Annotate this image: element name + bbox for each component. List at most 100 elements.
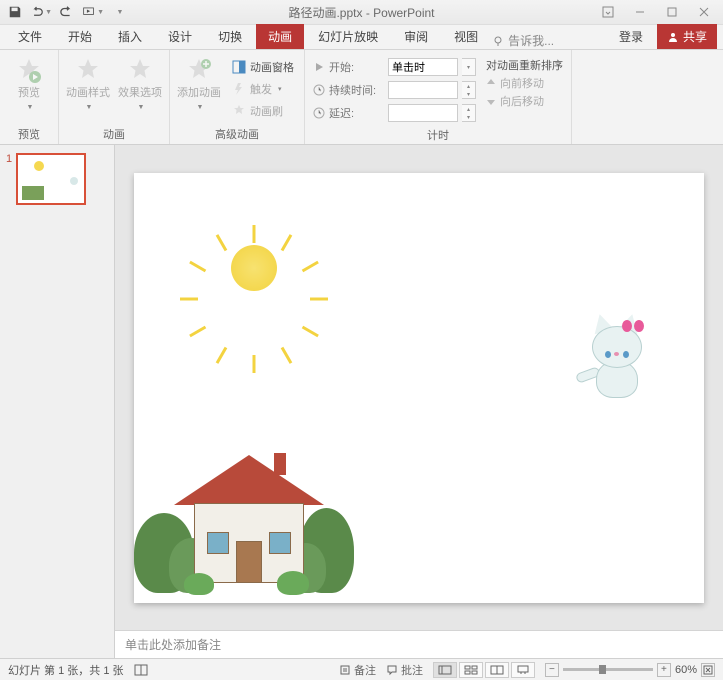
reading-view-button[interactable]: [485, 662, 509, 678]
login-button[interactable]: 登录: [611, 24, 651, 49]
ribbon-tabs: 文件 开始 插入 设计 切换 动画 幻灯片放映 审阅 视图 告诉我... 登录 …: [0, 25, 723, 50]
tab-transitions[interactable]: 切换: [206, 24, 254, 49]
normal-view-button[interactable]: [433, 662, 457, 678]
slideshow-view-button[interactable]: [511, 662, 535, 678]
duration-input[interactable]: [388, 81, 458, 99]
trigger-button[interactable]: 触发 ▾: [228, 79, 298, 99]
down-arrow-icon: [486, 96, 496, 106]
customize-qat-button[interactable]: ▼: [108, 2, 130, 22]
slide-canvas[interactable]: [134, 173, 704, 603]
star-icon: [74, 57, 102, 85]
title-bar: ▼ ▼ ▼ 路径动画.pptx - PowerPoint: [0, 0, 723, 25]
ribbon: 预览▼ 预览 动画样式▼ 效果选项▼ 动画 添加动画▼: [0, 50, 723, 145]
comment-icon: [386, 664, 398, 676]
spellcheck-button[interactable]: [134, 664, 148, 676]
star-icon: [126, 57, 154, 85]
notes-toggle-button[interactable]: 备注: [339, 662, 376, 678]
star-plus-icon: [185, 57, 213, 85]
tab-slideshow[interactable]: 幻灯片放映: [306, 24, 390, 49]
slide-canvas-wrapper: [115, 145, 723, 630]
group-animation: 动画样式▼ 效果选项▼ 动画: [59, 50, 170, 144]
tab-view[interactable]: 视图: [442, 24, 490, 49]
cat-image[interactable]: [574, 318, 659, 408]
group-preview: 预览▼ 预览: [0, 50, 59, 144]
comments-toggle-button[interactable]: 批注: [386, 662, 423, 678]
preview-button[interactable]: 预览▼: [4, 55, 54, 115]
book-icon: [134, 664, 148, 676]
slide-thumbnail-panel: 1: [0, 145, 115, 658]
start-dropdown-arrow[interactable]: ▾: [462, 58, 476, 76]
up-arrow-icon: [486, 78, 496, 88]
tab-home[interactable]: 开始: [56, 24, 104, 49]
notes-pane[interactable]: 单击此处添加备注: [115, 630, 723, 658]
animation-pane-button[interactable]: 动画窗格: [228, 57, 298, 77]
move-earlier-button[interactable]: 向前移动: [486, 75, 563, 91]
duration-label: 持续时间:: [329, 82, 384, 98]
start-label: 开始:: [329, 59, 384, 75]
zoom-percent[interactable]: 60%: [675, 664, 697, 676]
zoom-control: − + 60%: [545, 663, 715, 677]
minimize-button[interactable]: [625, 2, 655, 22]
editor-area: 单击此处添加备注: [115, 145, 723, 658]
slide-thumbnail-1[interactable]: 1: [6, 153, 108, 205]
ribbon-display-button[interactable]: [593, 2, 623, 22]
status-bar: 幻灯片 第 1 张，共 1 张 备注 批注 − + 60%: [0, 658, 723, 680]
quick-access-toolbar: ▼ ▼ ▼: [4, 2, 130, 22]
animation-styles-button[interactable]: 动画样式▼: [63, 55, 113, 115]
zoom-out-button[interactable]: −: [545, 663, 559, 677]
redo-button[interactable]: [56, 2, 78, 22]
group-advanced-animation: 添加动画▼ 动画窗格 触发 ▾ 动画刷 高级动画: [170, 50, 305, 144]
undo-button[interactable]: ▼: [30, 2, 52, 22]
fit-to-window-button[interactable]: [701, 663, 715, 677]
close-button[interactable]: [689, 2, 719, 22]
notes-placeholder: 单击此处添加备注: [125, 638, 221, 652]
sun-image[interactable]: [209, 223, 299, 313]
tab-animations[interactable]: 动画: [256, 24, 304, 49]
add-animation-button[interactable]: 添加动画▼: [174, 55, 224, 115]
zoom-in-button[interactable]: +: [657, 663, 671, 677]
notes-icon: [339, 664, 351, 676]
share-button[interactable]: 共享: [657, 24, 717, 49]
pane-icon: [232, 60, 246, 74]
group-label-timing: 计时: [309, 125, 567, 145]
brush-star-icon: [232, 104, 246, 118]
slide-sorter-button[interactable]: [459, 662, 483, 678]
move-later-button[interactable]: 向后移动: [486, 93, 563, 109]
work-area: 1: [0, 145, 723, 658]
delay-label: 延迟:: [329, 105, 384, 121]
group-label-advanced: 高级动画: [174, 124, 300, 144]
view-buttons: [433, 662, 535, 678]
window-controls: [593, 2, 719, 22]
thumbnail-preview: [16, 153, 86, 205]
tab-design[interactable]: 设计: [156, 24, 204, 49]
star-play-icon: [15, 57, 43, 85]
effect-options-button[interactable]: 效果选项▼: [115, 55, 165, 115]
clock-icon: [313, 107, 325, 119]
reorder-header: 对动画重新排序: [486, 57, 563, 73]
lightbulb-icon: [492, 35, 504, 47]
group-label-preview: 预览: [4, 124, 54, 144]
slide-number: 1: [6, 153, 12, 205]
save-button[interactable]: [4, 2, 26, 22]
group-timing: 开始: ▾ 持续时间: ▴▾ 延迟: ▴▾ 对动画重新排: [305, 50, 572, 144]
window-title: 路径动画.pptx - PowerPoint: [130, 4, 593, 21]
start-slideshow-button[interactable]: ▼: [82, 2, 104, 22]
zoom-slider[interactable]: [563, 668, 653, 671]
lightning-icon: [232, 82, 246, 96]
tell-me-button[interactable]: 告诉我...: [492, 32, 554, 49]
animation-painter-button[interactable]: 动画刷: [228, 101, 298, 121]
play-icon: [313, 61, 325, 73]
slide-count-info: 幻灯片 第 1 张，共 1 张: [8, 662, 124, 678]
start-dropdown[interactable]: [388, 58, 458, 76]
tab-insert[interactable]: 插入: [106, 24, 154, 49]
house-image[interactable]: [134, 433, 354, 593]
delay-input[interactable]: [388, 104, 458, 122]
tab-file[interactable]: 文件: [6, 24, 54, 49]
group-label-animation: 动画: [63, 124, 165, 144]
person-icon: [667, 31, 679, 43]
maximize-button[interactable]: [657, 2, 687, 22]
tab-review[interactable]: 审阅: [392, 24, 440, 49]
delay-spinner[interactable]: ▴▾: [462, 104, 476, 122]
clock-icon: [313, 84, 325, 96]
duration-spinner[interactable]: ▴▾: [462, 81, 476, 99]
